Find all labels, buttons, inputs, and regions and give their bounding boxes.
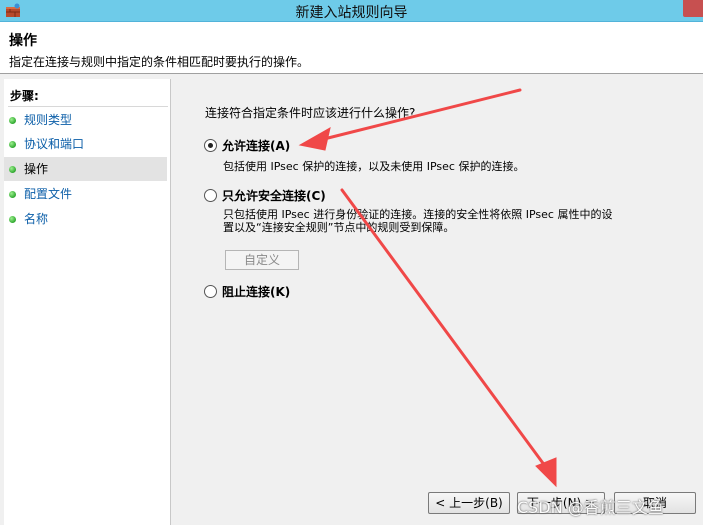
back-button[interactable]: < 上一步(B) bbox=[428, 492, 510, 514]
allow-connection-label[interactable]: 允许连接(A) bbox=[222, 137, 290, 154]
green-dot-icon bbox=[9, 166, 16, 173]
allow-secure-label[interactable]: 只允许安全连接(C) bbox=[222, 187, 326, 204]
step-label: 配置文件 bbox=[24, 187, 73, 201]
page-title: 操作 bbox=[9, 33, 37, 49]
close-button[interactable] bbox=[683, 0, 703, 17]
green-dot-icon bbox=[9, 191, 16, 198]
allow-secure-radio[interactable] bbox=[204, 189, 217, 202]
main-content: 连接符合指定条件时应该进行什么操作? 允许连接(A) 包括使用 IPsec 保护… bbox=[175, 84, 703, 525]
green-dot-icon bbox=[9, 117, 16, 124]
watermark: CSDN @香煎三文鱼 bbox=[517, 498, 664, 517]
step-label: 操作 bbox=[24, 162, 49, 176]
page-description: 指定在连接与规则中指定的条件相匹配时要执行的操作。 bbox=[9, 55, 310, 69]
steps-title: 步骤: bbox=[10, 89, 39, 103]
window-title: 新建入站规则向导 bbox=[295, 5, 408, 21]
steps-divider bbox=[8, 106, 168, 107]
allow-connection-radio[interactable] bbox=[204, 139, 217, 152]
green-dot-icon bbox=[9, 216, 16, 223]
allow-secure-option[interactable]: 只允许安全连接(C) bbox=[204, 187, 354, 205]
step-label: 名称 bbox=[24, 212, 49, 226]
step-name[interactable]: 名称 bbox=[4, 207, 167, 231]
step-profile[interactable]: 配置文件 bbox=[4, 182, 167, 206]
step-action[interactable]: 操作 bbox=[4, 157, 167, 181]
allow-secure-description-line2: 置以及“连接安全规则”节点中的规则受到保障。 bbox=[223, 221, 455, 234]
allow-connection-option[interactable]: 允许连接(A) bbox=[204, 137, 324, 155]
customize-button: 自定义 bbox=[225, 250, 299, 270]
steps-pane: 步骤: 规则类型 协议和端口 操作 配置文件 名称 bbox=[4, 79, 171, 525]
step-label: 规则类型 bbox=[24, 113, 73, 127]
block-connection-option[interactable]: 阻止连接(K) bbox=[204, 283, 314, 301]
allow-connection-description: 包括使用 IPsec 保护的连接，以及未使用 IPsec 保护的连接。 bbox=[223, 160, 525, 173]
block-connection-radio[interactable] bbox=[204, 285, 217, 298]
step-rule-type[interactable]: 规则类型 bbox=[4, 108, 167, 132]
wizard-header: 操作 指定在连接与规则中指定的条件相匹配时要执行的操作。 bbox=[0, 22, 703, 74]
block-connection-label[interactable]: 阻止连接(K) bbox=[222, 283, 290, 300]
title-bar: 新建入站规则向导 bbox=[0, 0, 703, 22]
green-dot-icon bbox=[9, 141, 16, 148]
action-question: 连接符合指定条件时应该进行什么操作? bbox=[205, 106, 416, 120]
step-label: 协议和端口 bbox=[24, 137, 85, 151]
step-protocol-ports[interactable]: 协议和端口 bbox=[4, 132, 167, 156]
allow-secure-description-line1: 只包括使用 IPsec 进行身份验证的连接。连接的安全性将依照 IPsec 属性… bbox=[223, 208, 613, 221]
